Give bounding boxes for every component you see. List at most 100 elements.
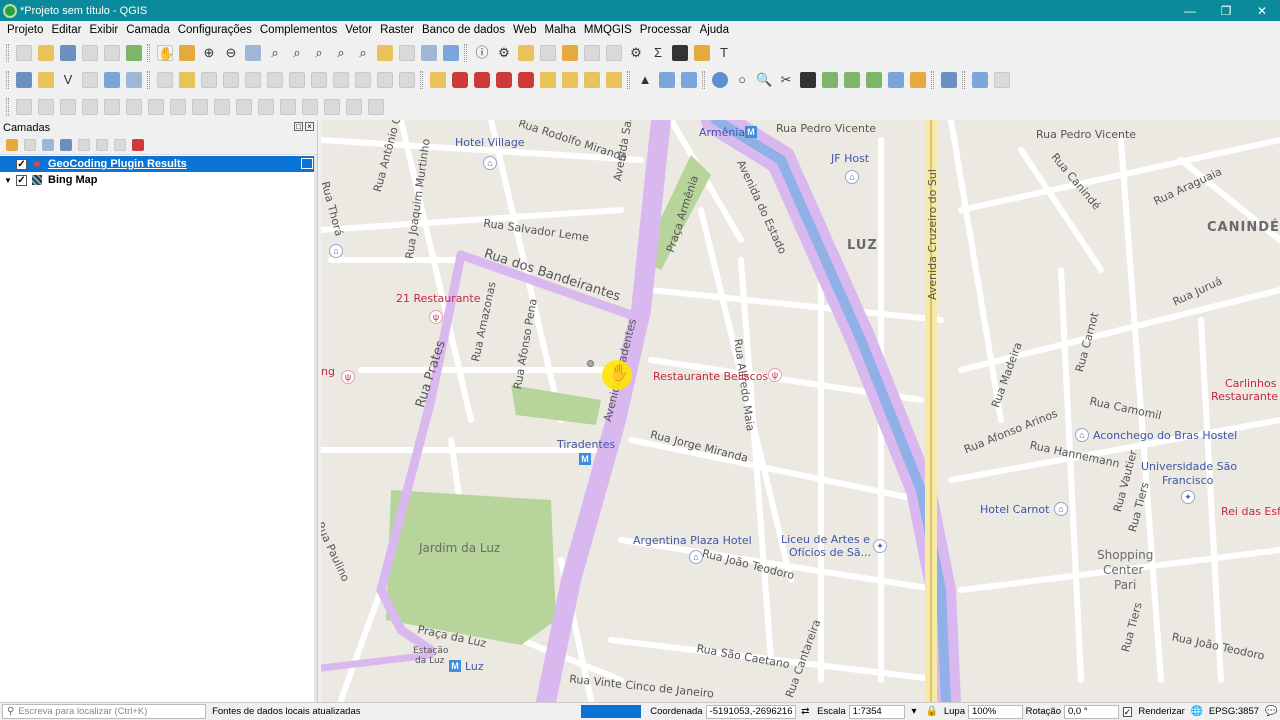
add-virtual-layer-icon[interactable]	[126, 71, 142, 88]
new-print-layout-icon[interactable]	[82, 44, 98, 61]
new-geopackage-icon[interactable]	[38, 71, 54, 88]
field-calculator-icon[interactable]	[606, 44, 622, 61]
zoom-layer-icon[interactable]: ⌕	[289, 45, 305, 61]
coordinate-field[interactable]: -5191053,-2696216	[705, 704, 797, 719]
filter-expression-icon[interactable]	[78, 138, 90, 151]
attribute-table-icon[interactable]	[584, 44, 600, 61]
text-annotation-icon[interactable]: T	[716, 45, 732, 61]
maximize-button[interactable]: ❐	[1208, 0, 1244, 21]
layer-item-bing-map[interactable]: ▼ ✓ Bing Map	[0, 172, 317, 188]
add-vector-icon[interactable]: V	[60, 72, 76, 88]
digitize-icon[interactable]	[223, 71, 239, 88]
rotate-symbols-icon[interactable]	[346, 98, 362, 115]
toggle-extents-icon[interactable]: ⇄	[799, 706, 811, 718]
add-csv-icon[interactable]	[104, 71, 120, 88]
statistics-icon[interactable]: Σ	[650, 45, 666, 61]
add-raster-icon[interactable]	[82, 71, 98, 88]
layer-tool-icon[interactable]	[822, 71, 838, 88]
cut-features-icon[interactable]	[311, 71, 327, 88]
search-map-icon[interactable]: 🔍	[756, 72, 772, 88]
person-icon[interactable]	[910, 71, 926, 88]
menu-exibir[interactable]: Exibir	[85, 24, 122, 36]
delete-part-icon[interactable]	[192, 98, 208, 115]
move-feature-icon[interactable]	[38, 98, 54, 115]
zoom-selection-icon[interactable]: ⌕	[267, 45, 283, 61]
binoculars-icon[interactable]	[800, 71, 816, 88]
label-tool-icon[interactable]	[430, 71, 446, 88]
merge-features-icon[interactable]	[302, 98, 318, 115]
sphere-icon[interactable]	[866, 71, 882, 88]
layer-item-geocoding-results[interactable]: ✓ GeoCoding Plugin Results	[0, 156, 317, 172]
zoom-full-icon[interactable]	[245, 44, 261, 61]
copy-features-icon[interactable]	[333, 71, 349, 88]
map-canvas[interactable]: Rua Rodolfo Miranda Avenida Santos Dum A…	[321, 120, 1280, 702]
globe-reverse-icon[interactable]	[681, 71, 697, 88]
tools-icon[interactable]: ✂	[778, 72, 794, 88]
processing-toolbox-icon[interactable]: ⚙	[628, 45, 644, 61]
identify-icon[interactable]: ⓘ	[474, 45, 490, 61]
diagram-options-icon[interactable]	[474, 71, 490, 88]
geocoding-plugin-icon[interactable]: ▲	[637, 72, 653, 88]
new-project-icon[interactable]	[16, 44, 32, 61]
toggle-editing-icon[interactable]	[157, 71, 173, 88]
fill-ring-icon[interactable]	[148, 98, 164, 115]
change-label-icon[interactable]	[584, 71, 600, 88]
offset-symbols-icon[interactable]	[368, 98, 384, 115]
show-hide-labels-icon[interactable]	[518, 71, 534, 88]
menu-malha[interactable]: Malha	[541, 24, 580, 36]
menu-configuracoes[interactable]: Configurações	[174, 24, 256, 36]
simplify-icon[interactable]	[82, 98, 98, 115]
menu-banco-de-dados[interactable]: Banco de dados	[418, 24, 509, 36]
menu-vetor[interactable]: Vetor	[341, 24, 376, 36]
rotate-label-icon[interactable]	[562, 71, 578, 88]
action-icon[interactable]: ⚙	[496, 45, 512, 61]
offset-curve-icon[interactable]	[236, 98, 252, 115]
messages-icon[interactable]: 💬	[1265, 706, 1277, 718]
close-button[interactable]: ✕	[1244, 0, 1280, 21]
split-parts-icon[interactable]	[280, 98, 296, 115]
open-styling-icon[interactable]	[6, 138, 18, 151]
remove-layer-icon[interactable]	[132, 138, 144, 151]
layout-manager-icon[interactable]	[104, 44, 120, 61]
pin-labels-icon[interactable]	[496, 71, 512, 88]
pan-hand-icon[interactable]: ✋	[157, 44, 174, 61]
select-features-icon[interactable]	[518, 44, 534, 61]
merge-attributes-icon[interactable]	[324, 98, 340, 115]
panel-scrollbar[interactable]	[314, 155, 317, 702]
globe-search-icon[interactable]	[659, 71, 675, 88]
deselect-icon[interactable]	[562, 44, 578, 61]
crs-globe-icon[interactable]: 🌐	[1191, 706, 1203, 718]
minimize-button[interactable]: —	[1172, 0, 1208, 21]
render-checkbox[interactable]: ✓	[1122, 706, 1133, 717]
menu-complementos[interactable]: Complementos	[256, 24, 341, 36]
modify-attributes-icon[interactable]	[267, 71, 283, 88]
move-label-icon[interactable]	[540, 71, 556, 88]
close-panel-icon[interactable]: ×	[305, 122, 314, 131]
gps-tool-icon[interactable]	[972, 71, 988, 88]
help-book-icon[interactable]	[941, 71, 957, 88]
zoom-native-icon[interactable]: ⌕	[311, 45, 327, 61]
scale-dropdown-icon[interactable]: ▾	[908, 706, 920, 718]
add-group-icon[interactable]	[24, 138, 36, 151]
scale-field[interactable]: 1:7354	[848, 704, 906, 719]
menu-processar[interactable]: Processar	[636, 24, 696, 36]
locator-search-input[interactable]: ⚲ Escreva para localizar (Ctrl+K)	[2, 704, 207, 719]
manage-themes-icon[interactable]	[42, 138, 54, 151]
layer-indicator-icon[interactable]	[301, 158, 313, 169]
menu-mmqgis[interactable]: MMQGIS	[580, 24, 636, 36]
redo-icon[interactable]	[399, 71, 415, 88]
paste-features-icon[interactable]	[355, 71, 371, 88]
circle-tool-icon[interactable]: ○	[734, 72, 750, 88]
bookmark-icon[interactable]	[421, 44, 437, 61]
expand-arrow-icon[interactable]: ▼	[3, 176, 13, 185]
measure-icon[interactable]	[672, 44, 688, 61]
current-edits-icon[interactable]	[179, 71, 195, 88]
undo-icon[interactable]	[377, 71, 393, 88]
rotate-feature-icon[interactable]	[60, 98, 76, 115]
layer-visibility-checkbox[interactable]: ✓	[16, 174, 27, 186]
vertex-tool-icon[interactable]	[245, 71, 261, 88]
float-panel-icon[interactable]: □	[294, 122, 303, 131]
label-properties-icon[interactable]	[606, 71, 622, 88]
rotation-field[interactable]: 0,0 °	[1064, 704, 1119, 719]
menu-camada[interactable]: Camada	[122, 24, 173, 36]
